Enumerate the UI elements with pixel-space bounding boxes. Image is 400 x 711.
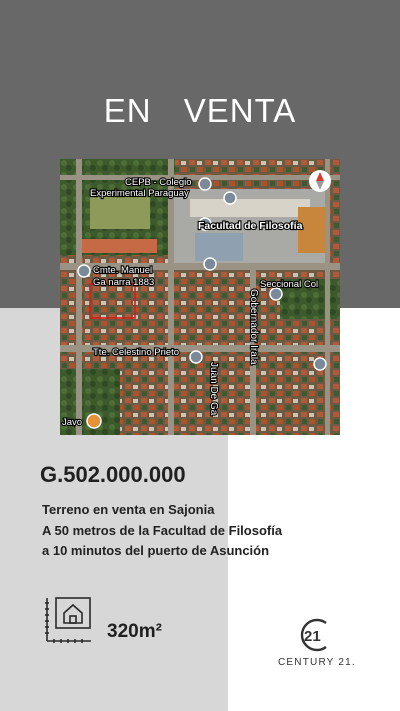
map-label-gobernador: Gobernador Irala bbox=[248, 289, 259, 365]
lot-area: 320m² bbox=[107, 621, 162, 642]
description: Terreno en venta en Sajonia A 50 metros … bbox=[42, 500, 382, 562]
map-label-juan: Juan De Ga bbox=[208, 362, 219, 416]
satellite-map[interactable]: CEPB - Colegio Experimental Paraguay Fac… bbox=[60, 159, 340, 435]
description-line: a 10 minutos del puerto de Asunción bbox=[42, 543, 270, 558]
century21-logo: 21 bbox=[298, 617, 332, 658]
compass-icon bbox=[309, 170, 331, 192]
logo-mark-text: 21 bbox=[304, 628, 321, 645]
map-image: CEPB - Colegio Experimental Paraguay Fac… bbox=[60, 159, 340, 435]
map-label-school-line1: CEPB - Colegio bbox=[125, 177, 192, 188]
map-label-celestino: Tte. Celestino Prieto bbox=[93, 347, 179, 358]
map-label-faculty: Facultad de Filosofía bbox=[198, 220, 303, 232]
description-line: A 50 metros de la Facultad de Filosofía bbox=[42, 522, 283, 538]
map-label-school-line2: Experimental Paraguay bbox=[90, 188, 189, 199]
floor-plan-house-icon bbox=[44, 595, 94, 650]
description-line: Terreno en venta en Sajonia bbox=[42, 502, 215, 517]
map-label-cmte-line2: Ga narra 1883 bbox=[93, 277, 154, 288]
headline: EN VENTA bbox=[103, 92, 297, 129]
brand-name: CENTURY 21. bbox=[278, 657, 356, 668]
map-label-cmte-line1: Cmte. Manuel bbox=[93, 265, 152, 276]
map-label-seccional: Seccional Col bbox=[260, 279, 318, 290]
price: G.502.000.000 bbox=[40, 462, 186, 487]
map-label-javo: Javo bbox=[62, 417, 82, 428]
